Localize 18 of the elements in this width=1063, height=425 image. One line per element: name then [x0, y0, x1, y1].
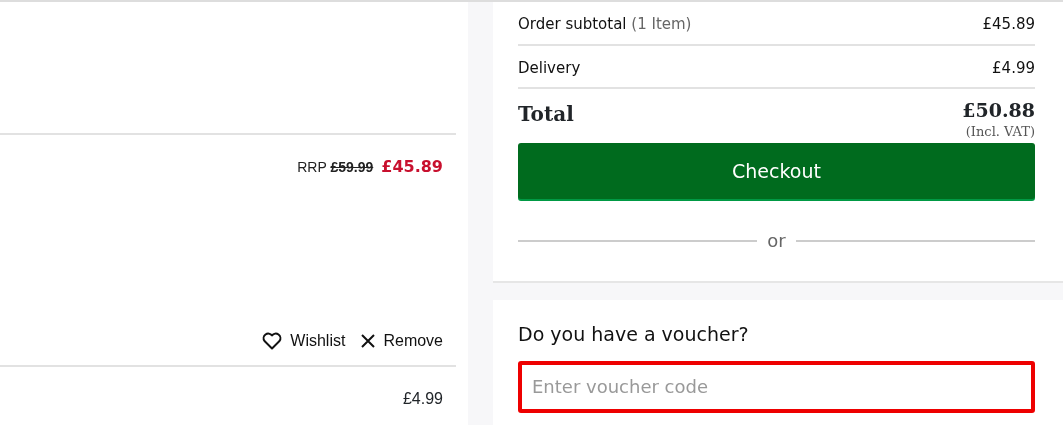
sale-price: £45.89 — [381, 157, 443, 176]
summary-label: Order subtotal (1 Item) — [518, 14, 692, 35]
heart-icon — [262, 332, 283, 350]
voucher-heading: Do you have a voucher? — [518, 322, 750, 347]
summary-label: Delivery — [518, 57, 581, 79]
remove-button[interactable]: Remove — [361, 329, 443, 353]
voucher-field[interactable]: Enter voucher code — [518, 360, 1035, 413]
vat-note: (Incl. VAT) — [964, 122, 1035, 141]
summary-value: £45.89 — [982, 14, 1035, 35]
rrp-price: RRP £59.99 — [297, 159, 374, 175]
checkout-button[interactable]: Checkout — [518, 143, 1035, 200]
delivery-price: £4.99 — [402, 390, 443, 407]
close-icon — [361, 334, 376, 348]
wishlist-button[interactable]: Wishlist — [262, 329, 346, 353]
summary-value: £4.99 — [992, 57, 1035, 79]
total-label: Total — [518, 101, 574, 128]
separator-text: or — [767, 229, 786, 254]
total-price: £50.88 — [962, 99, 1035, 122]
